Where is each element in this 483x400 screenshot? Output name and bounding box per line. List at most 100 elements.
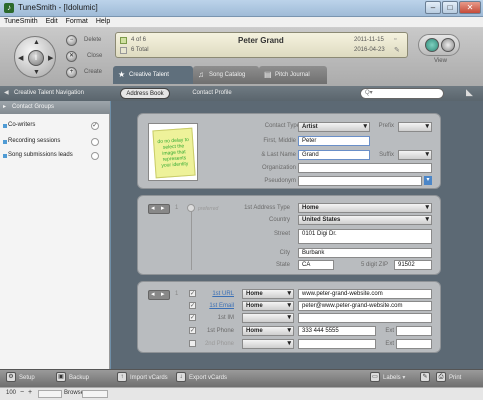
resize-icon[interactable]: ◣ — [466, 87, 480, 99]
prefix-select[interactable] — [398, 122, 432, 132]
url-input[interactable]: www.peter-grand-website.com — [298, 289, 432, 299]
song-submissions-check[interactable] — [91, 152, 99, 160]
pseudonym-dropdown-icon[interactable]: ▾ — [424, 176, 432, 185]
maximize-button[interactable]: □ — [442, 1, 458, 14]
suffix-select[interactable] — [398, 150, 432, 160]
title-bar: ♪ TuneSmith - [Idolumic] – □ ✕ — [0, 0, 483, 17]
prev-icon[interactable]: ◂ — [151, 205, 155, 213]
grid-view-icon[interactable] — [425, 38, 439, 52]
pseudonym-input[interactable] — [298, 176, 422, 186]
country-select[interactable]: United States — [298, 215, 432, 225]
record-icon — [120, 37, 127, 44]
sidebar-item-co-writers[interactable]: Co-writers — [8, 122, 35, 128]
zoom-in-icon[interactable]: + — [28, 389, 32, 396]
sidebar: ▸ Contact Groups Co-writers ✓ Recording … — [0, 101, 110, 369]
zip-input[interactable]: 91502 — [394, 260, 432, 270]
prev-icon[interactable]: ◂ — [151, 291, 155, 299]
last-name-input[interactable]: Grand — [298, 150, 370, 160]
arrow-down-icon[interactable]: ▼ — [33, 69, 40, 76]
print-button[interactable]: ⎙ Print — [436, 372, 461, 384]
address-book-button[interactable]: Address Book — [120, 88, 170, 99]
contact-type-select[interactable]: Artist — [298, 122, 370, 132]
address-pager[interactable]: ◂ ▸ — [148, 204, 170, 214]
arrow-right-icon[interactable]: ▶ — [48, 54, 53, 62]
collapse-icon[interactable]: ◀ — [4, 89, 9, 96]
backup-button[interactable]: ▣ Backup — [56, 372, 89, 384]
phone2-input[interactable] — [298, 339, 376, 349]
create-button[interactable]: Create — [84, 69, 102, 75]
export-vcards-button[interactable]: ↓ Export vCards — [176, 372, 227, 384]
tab-creative-talent[interactable]: ★ Creative Talent — [113, 66, 193, 84]
menu-format[interactable]: Format — [62, 17, 92, 25]
recording-sessions-check[interactable] — [91, 138, 99, 146]
create-icon[interactable]: + — [66, 67, 77, 78]
delete-icon[interactable]: − — [66, 35, 77, 46]
list-view-icon[interactable] — [441, 38, 455, 52]
sidebar-item-recording-sessions[interactable]: Recording sessions — [8, 138, 60, 144]
menu-help[interactable]: Help — [92, 17, 114, 25]
first-name-input[interactable]: Peter — [298, 136, 370, 146]
phone2-type-select[interactable] — [242, 339, 294, 349]
labels-dropdown-icon[interactable]: ▾ — [401, 375, 405, 381]
im-input[interactable] — [298, 313, 432, 323]
next-icon[interactable]: ▸ — [161, 291, 165, 299]
organization-label: Organization — [261, 165, 296, 171]
edit-print-button[interactable]: ✎ — [420, 372, 433, 384]
record-display: 4 of 6 6 Total Peter Grand 2011-11-15 20… — [115, 32, 408, 58]
tab-pitch-journal[interactable]: ▤ Pitch Journal — [259, 66, 327, 84]
next-icon[interactable]: ▸ — [161, 205, 165, 213]
profile-card: do no delay to select the image that rep… — [137, 113, 441, 189]
im-type-select[interactable] — [242, 313, 294, 323]
close-record-button[interactable]: Close — [87, 53, 102, 59]
close-record-icon[interactable]: ✕ — [66, 51, 77, 62]
labels-button[interactable]: ▭ Labels ▾ — [370, 372, 405, 384]
zoom-level[interactable]: 100 — [6, 390, 16, 396]
phone2-ext-label: Ext — [385, 341, 394, 347]
profile-photo[interactable]: do no delay to select the image that rep… — [148, 123, 198, 181]
sidebar-item-song-submissions[interactable]: Song submissions leads — [8, 152, 74, 159]
navigation-pad[interactable]: ▲ ▼ ◀ ▶ i — [14, 36, 56, 78]
preferred-check[interactable] — [187, 204, 195, 212]
email-type-select[interactable]: Home — [242, 301, 294, 311]
contact-profile-button[interactable]: Contact Profile — [184, 88, 240, 99]
email-label[interactable]: 1st Email — [209, 303, 234, 309]
phone1-type-select[interactable]: Home — [242, 326, 294, 336]
phone1-ext-label: Ext — [385, 328, 394, 334]
first-name-label: First, Middle — [263, 138, 296, 144]
setup-button[interactable]: ⚙ Setup — [6, 372, 35, 384]
url-label[interactable]: 1st URL — [212, 291, 234, 297]
co-writers-check[interactable]: ✓ — [91, 122, 99, 130]
center-info-icon[interactable]: i — [28, 50, 44, 66]
contact-pager[interactable]: ◂ ▸ — [148, 290, 170, 300]
minimize-button[interactable]: – — [425, 1, 441, 14]
search-input[interactable]: Q▾ — [360, 88, 444, 99]
bullet-icon — [3, 154, 7, 158]
url-type-select[interactable]: Home — [242, 289, 294, 299]
phone1-input[interactable]: 333 444 5555 — [298, 326, 376, 336]
im-label: 1st IM — [217, 315, 234, 321]
pencil-icon: ✎ — [420, 372, 430, 383]
arrow-up-icon[interactable]: ▲ — [33, 39, 40, 46]
import-vcards-button[interactable]: ↑ Import vCards — [117, 372, 168, 384]
email-input[interactable]: peter@www.peter-grand-website.com — [298, 301, 432, 311]
prefix-label: Prefix — [378, 123, 394, 129]
city-label: City — [279, 250, 290, 256]
state-input[interactable]: CA — [298, 260, 334, 270]
labels-icon: ▭ — [370, 372, 380, 383]
street-input[interactable]: 0101 Digi Dr. — [298, 229, 432, 244]
address-type-select[interactable]: Home — [298, 203, 432, 213]
zoom-out-icon[interactable]: − — [20, 389, 24, 396]
menu-edit[interactable]: Edit — [42, 17, 62, 25]
nav-title: Creative Talent Navigation — [14, 90, 84, 96]
menu-tunesmith[interactable]: TuneSmith — [0, 17, 42, 25]
view-toggle[interactable] — [418, 34, 460, 56]
phone1-ext-input[interactable] — [396, 326, 432, 336]
delete-button[interactable]: Delete — [84, 37, 101, 43]
phone1-label: 1st Phone — [206, 328, 234, 334]
city-input[interactable]: Burbank — [298, 248, 432, 258]
close-button[interactable]: ✕ — [459, 1, 481, 14]
arrow-left-icon[interactable]: ◀ — [18, 54, 23, 62]
phone2-ext-input[interactable] — [396, 339, 432, 349]
organization-input[interactable] — [298, 163, 432, 173]
tab-song-catalog[interactable]: ♫ Song Catalog — [193, 66, 259, 84]
